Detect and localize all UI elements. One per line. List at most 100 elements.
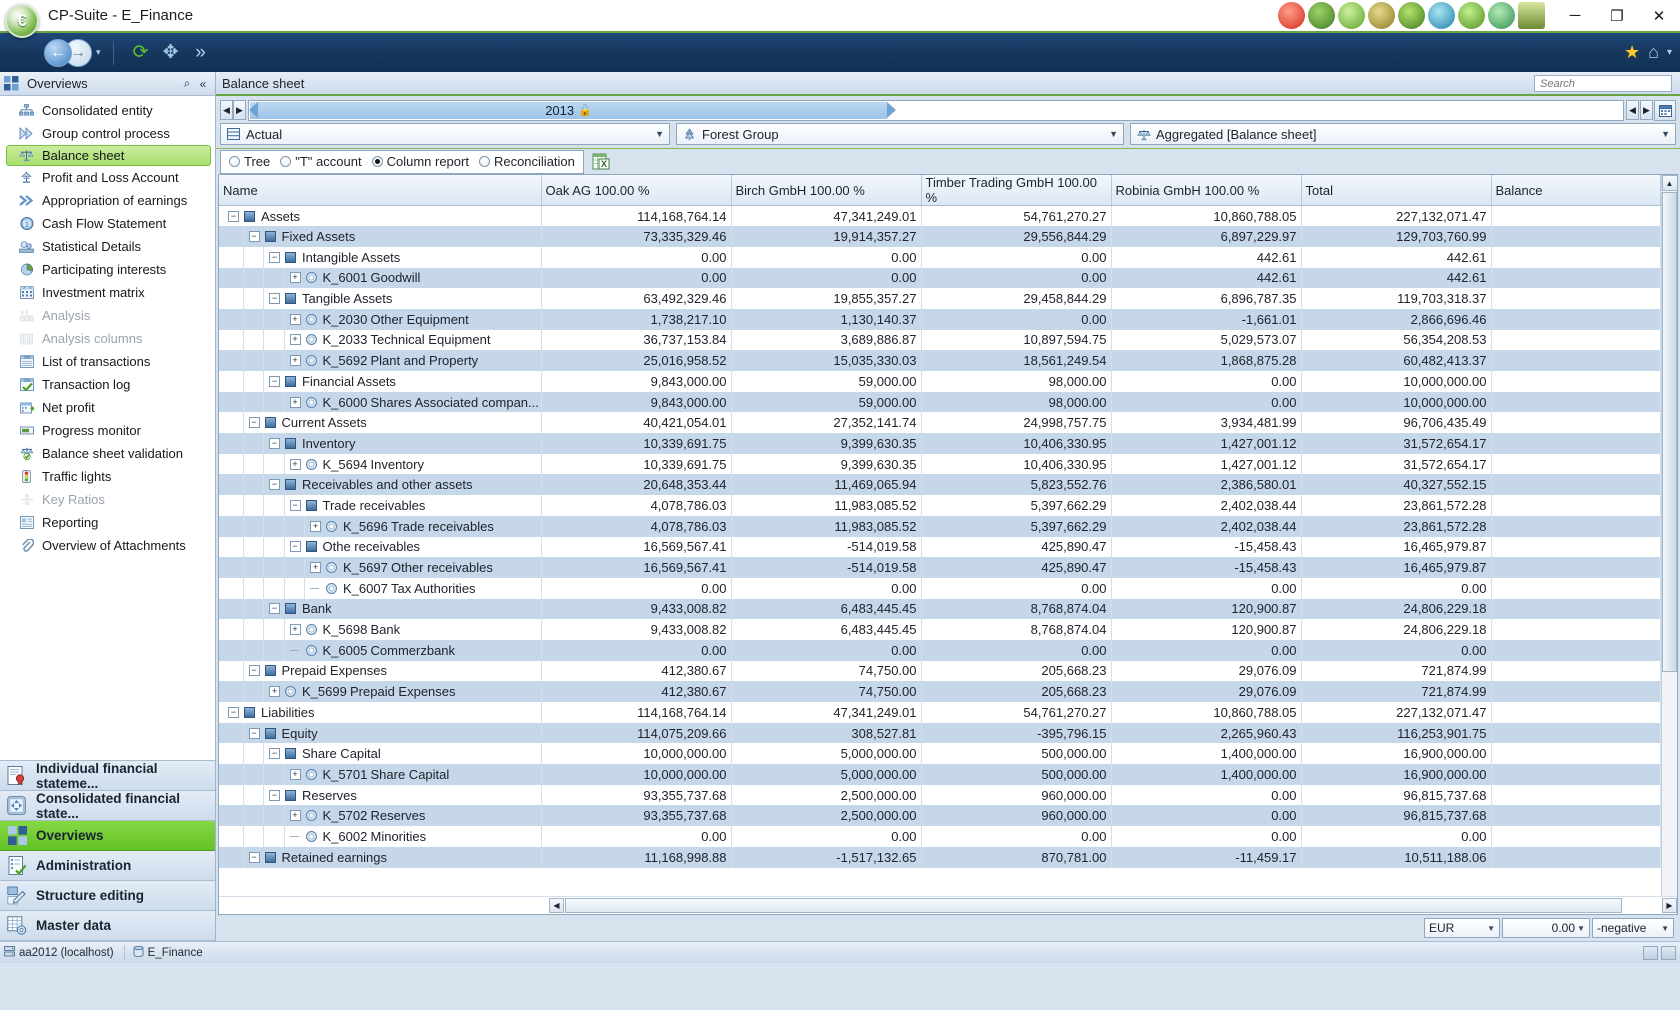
- row-value-cell[interactable]: 16,465,979.87: [1301, 536, 1492, 558]
- chevron-down-icon[interactable]: ▼: [1109, 129, 1118, 139]
- row-value-cell[interactable]: 10,000,000.00: [1301, 371, 1492, 392]
- row-value-cell[interactable]: 31,572,654.17: [1301, 453, 1492, 475]
- scroll-left-button[interactable]: ◀: [549, 898, 564, 913]
- row-value-cell[interactable]: 31,572,654.17: [1301, 433, 1492, 454]
- expand-icon[interactable]: +: [289, 396, 301, 408]
- table-row[interactable]: + K_5702 Reserves 93,355,737.68 2,500,000.00…: [219, 805, 1661, 827]
- row-value-cell[interactable]: 16,569,567.41: [541, 557, 732, 578]
- row-name-cell[interactable]: + K_5701 Share Capital: [219, 764, 542, 785]
- row-value-cell[interactable]: 0.00: [921, 308, 1112, 330]
- row-value-cell[interactable]: [1491, 495, 1661, 516]
- expand-icon[interactable]: +: [289, 458, 301, 470]
- row-name-cell[interactable]: + K_5692 Plant and Property: [219, 350, 542, 371]
- period-next-button[interactable]: ▶: [233, 100, 246, 120]
- row-name-cell[interactable]: − Bank: [219, 598, 542, 620]
- row-value-cell[interactable]: 20,648,353.44: [541, 474, 732, 496]
- row-value-cell[interactable]: 10,406,330.95: [921, 453, 1112, 475]
- sidebar-item-participating-interests[interactable]: Participating interests: [0, 258, 215, 281]
- row-name-cell[interactable]: − Equity: [219, 722, 542, 744]
- row-value-cell[interactable]: [1491, 412, 1661, 434]
- row-value-cell[interactable]: 442.61: [1111, 246, 1302, 268]
- view-select[interactable]: Aggregated [Balance sheet] ▼: [1130, 123, 1676, 145]
- row-value-cell[interactable]: 2,500,000.00: [731, 805, 922, 827]
- row-value-cell[interactable]: [1491, 784, 1661, 806]
- row-name-cell[interactable]: − Tangible Assets: [219, 288, 542, 309]
- search-input[interactable]: [1538, 76, 1680, 91]
- row-value-cell[interactable]: 0.00: [731, 267, 922, 289]
- expand-icon[interactable]: +: [289, 272, 301, 284]
- row-value-cell[interactable]: [1491, 453, 1661, 475]
- period-step-next-button[interactable]: ▶: [1640, 100, 1653, 120]
- row-value-cell[interactable]: 0.00: [1111, 826, 1302, 847]
- row-value-cell[interactable]: 1,130,140.37: [731, 308, 922, 330]
- row-value-cell[interactable]: 73,335,329.46: [541, 226, 732, 247]
- row-value-cell[interactable]: 29,076.09: [1111, 681, 1302, 702]
- sidebar-item-progress-monitor[interactable]: Progress monitor: [0, 419, 215, 442]
- row-name-cell[interactable]: + K_5694 Inventory: [219, 453, 542, 475]
- row-value-cell[interactable]: 5,000,000.00: [731, 764, 922, 785]
- collapse-icon[interactable]: −: [269, 479, 280, 491]
- row-value-cell[interactable]: 1,400,000.00: [1111, 764, 1302, 785]
- row-value-cell[interactable]: 114,168,764.14: [541, 702, 732, 723]
- row-name-cell[interactable]: − Reserves: [219, 784, 542, 806]
- row-value-cell[interactable]: 425,890.47: [921, 557, 1112, 578]
- row-value-cell[interactable]: 5,000,000.00: [731, 743, 922, 765]
- row-value-cell[interactable]: 3,934,481.99: [1111, 412, 1302, 434]
- row-name-cell[interactable]: + K_5699 Prepaid Expenses: [219, 681, 542, 702]
- row-value-cell[interactable]: 25,016,958.52: [541, 350, 732, 371]
- row-value-cell[interactable]: 2,402,038.44: [1111, 495, 1302, 516]
- sidebar-item-statistical-details[interactable]: Statistical Details: [0, 235, 215, 258]
- sidebar-item-investment-matrix[interactable]: X X Investment matrix: [0, 281, 215, 304]
- row-name-cell[interactable]: − Current Assets: [219, 412, 542, 434]
- collapse-icon[interactable]: −: [248, 851, 260, 863]
- column-header-c3[interactable]: Timber Trading GmbH 100.00 %: [921, 175, 1112, 206]
- table-row[interactable]: + K_5694 Inventory 10,339,691.75 9,399,630.3…: [219, 453, 1661, 475]
- expand-icon[interactable]: +: [289, 624, 301, 636]
- close-button[interactable]: ✕: [1638, 0, 1680, 31]
- sidebar-group-overviews[interactable]: Overviews: [0, 821, 215, 851]
- row-value-cell[interactable]: 0.00: [1111, 805, 1302, 827]
- row-value-cell[interactable]: 40,421,054.01: [541, 412, 732, 434]
- row-value-cell[interactable]: 500,000.00: [921, 764, 1112, 785]
- back-button[interactable]: ←: [44, 38, 72, 67]
- row-value-cell[interactable]: 1,427,001.12: [1111, 453, 1302, 475]
- row-value-cell[interactable]: 16,569,567.41: [541, 536, 732, 558]
- tomato-icon[interactable]: [1278, 2, 1305, 29]
- sidebar-item-cash-flow-statement[interactable]: 1 Cash Flow Statement: [0, 212, 215, 235]
- table-row[interactable]: K_6005 Commerzbank 0.00 0.00 0.00 0.00 0.00: [219, 639, 1661, 661]
- row-value-cell[interactable]: 60,482,413.37: [1301, 350, 1492, 371]
- table-row[interactable]: + K_5697 Other receivables 16,569,567.41 -51…: [219, 557, 1661, 578]
- row-value-cell[interactable]: 119,703,318.37: [1301, 288, 1492, 309]
- row-value-cell[interactable]: [1491, 433, 1661, 454]
- row-value-cell[interactable]: [1491, 639, 1661, 661]
- table-row[interactable]: − Receivables and other assets 20,648,353.…: [219, 474, 1661, 496]
- row-value-cell[interactable]: [1491, 764, 1661, 785]
- row-value-cell[interactable]: 116,253,901.75: [1301, 722, 1492, 744]
- collapse-icon[interactable]: −: [269, 375, 280, 387]
- table-row[interactable]: − Liabilities 114,168,764.14 47,341,249.01 5…: [219, 702, 1661, 723]
- row-value-cell[interactable]: [1491, 205, 1661, 227]
- row-value-cell[interactable]: [1491, 598, 1661, 620]
- refresh-icon[interactable]: ⟳: [126, 38, 156, 68]
- row-value-cell[interactable]: 1,400,000.00: [1111, 743, 1302, 765]
- home-icon[interactable]: ⌂: [1648, 42, 1659, 63]
- row-value-cell[interactable]: 98,000.00: [921, 371, 1112, 392]
- row-name-cell[interactable]: − Intangible Assets: [219, 246, 542, 268]
- row-value-cell[interactable]: 96,815,737.68: [1301, 784, 1492, 806]
- row-value-cell[interactable]: 129,703,760.99: [1301, 226, 1492, 247]
- row-value-cell[interactable]: -514,019.58: [731, 536, 922, 558]
- period-range-handle[interactable]: 2013 🔓: [249, 101, 896, 119]
- row-name-cell[interactable]: − Inventory: [219, 433, 542, 454]
- row-value-cell[interactable]: 59,000.00: [731, 371, 922, 392]
- row-value-cell[interactable]: 2,402,038.44: [1111, 515, 1302, 537]
- row-value-cell[interactable]: [1491, 743, 1661, 765]
- favorites-icon[interactable]: ★: [1624, 42, 1640, 63]
- row-value-cell[interactable]: -15,458.43: [1111, 557, 1302, 578]
- row-value-cell[interactable]: [1491, 557, 1661, 578]
- row-value-cell[interactable]: 425,890.47: [921, 536, 1112, 558]
- row-value-cell[interactable]: 47,341,249.01: [731, 702, 922, 723]
- table-row[interactable]: − Assets 114,168,764.14 47,341,249.01 54,761…: [219, 205, 1661, 227]
- row-value-cell[interactable]: 10,000,000.00: [1301, 391, 1492, 413]
- row-value-cell[interactable]: 93,355,737.68: [541, 784, 732, 806]
- view-mode-t-account[interactable]: "T" account: [280, 154, 362, 169]
